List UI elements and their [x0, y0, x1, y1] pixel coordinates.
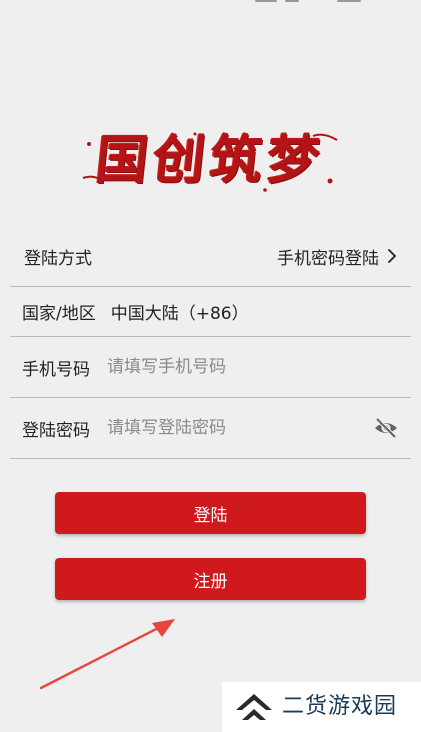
phone-row: 手机号码: [10, 337, 411, 398]
region-value[interactable]: 中国大陆（+86）: [111, 299, 249, 324]
login-button[interactable]: 登陆: [55, 492, 366, 534]
region-label: 国家/地区: [22, 304, 96, 324]
watermark-text: 二货游戏园: [282, 694, 398, 719]
register-button[interactable]: 注册: [55, 558, 366, 600]
status-bar-fragment: [255, 0, 375, 6]
eye-off-icon[interactable]: [373, 415, 399, 441]
watermark: 二货游戏园: [222, 682, 421, 732]
login-method-label: 登陆方式: [24, 248, 92, 269]
phone-input[interactable]: [107, 352, 411, 382]
arrow-icon: [39, 619, 175, 690]
login-method-selector[interactable]: 手机密码登陆: [277, 226, 399, 286]
password-label: 登陆密码: [22, 420, 90, 441]
app-logo: 国创筑梦: [75, 126, 345, 196]
password-input[interactable]: [107, 413, 411, 443]
login-form: 登陆方式 手机密码登陆 国家/地区 中国大陆（+86） 手机号码 登陆密码: [10, 226, 411, 459]
chevron-right-icon: [388, 249, 396, 263]
login-method-row[interactable]: 登陆方式 手机密码登陆: [10, 226, 411, 287]
double-chevron-up-icon: [236, 694, 272, 720]
app-logo-text: 国创筑梦: [92, 130, 328, 191]
region-row[interactable]: 国家/地区 中国大陆（+86）: [10, 287, 411, 337]
phone-label: 手机号码: [22, 359, 90, 380]
login-method-value: 手机密码登陆: [277, 248, 379, 269]
password-row: 登陆密码: [10, 398, 411, 459]
